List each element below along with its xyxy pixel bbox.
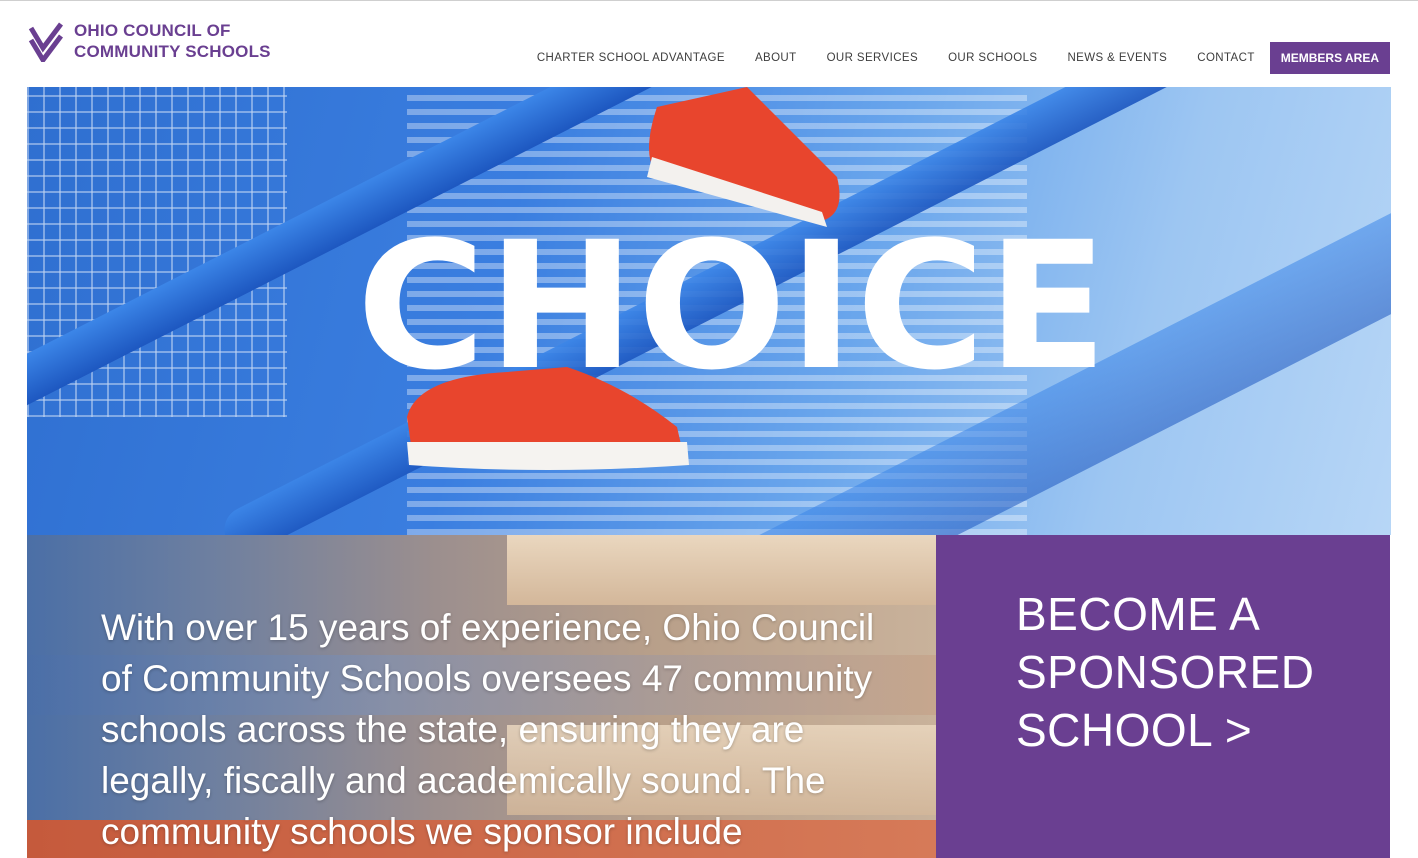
book-pages-image	[507, 535, 936, 605]
cta-line-1: BECOME A	[1016, 588, 1261, 640]
cta-line-3: SCHOOL >	[1016, 704, 1253, 756]
become-sponsored-school-link[interactable]: BECOME A SPONSORED SCHOOL >	[936, 535, 1390, 858]
members-area-button[interactable]: MEMBERS AREA	[1269, 42, 1390, 74]
hero-banner: CHOICE	[27, 87, 1391, 535]
intro-text: With over 15 years of experience, Ohio C…	[101, 607, 875, 852]
logo-text: OHIO COUNCIL OF COMMUNITY SCHOOLS	[74, 20, 271, 62]
site-header: OHIO COUNCIL OF COMMUNITY SCHOOLS CHARTE…	[0, 1, 1418, 87]
nav-our-schools[interactable]: OUR SCHOOLS	[933, 42, 1052, 74]
nav-contact[interactable]: CONTACT	[1182, 42, 1270, 74]
nav-about[interactable]: ABOUT	[740, 42, 812, 74]
cta-text: BECOME A SPONSORED SCHOOL >	[1016, 585, 1356, 759]
double-chevron-logo-icon	[28, 22, 63, 62]
site-logo[interactable]: OHIO COUNCIL OF COMMUNITY SCHOOLS	[28, 20, 271, 62]
hero-headline: CHOICE	[356, 204, 1110, 409]
intro-panel: With over 15 years of experience, Ohio C…	[27, 535, 936, 858]
nav-our-services[interactable]: OUR SERVICES	[812, 42, 934, 74]
logo-line-2: COMMUNITY SCHOOLS	[74, 42, 271, 61]
logo-line-1: OHIO COUNCIL OF	[74, 21, 231, 40]
cta-line-2: SPONSORED	[1016, 646, 1315, 698]
nav-charter-school-advantage[interactable]: CHARTER SCHOOL ADVANTAGE	[522, 42, 740, 74]
main-nav: CHARTER SCHOOL ADVANTAGE ABOUT OUR SERVI…	[522, 42, 1390, 74]
nav-news-events[interactable]: NEWS & EVENTS	[1052, 42, 1182, 74]
